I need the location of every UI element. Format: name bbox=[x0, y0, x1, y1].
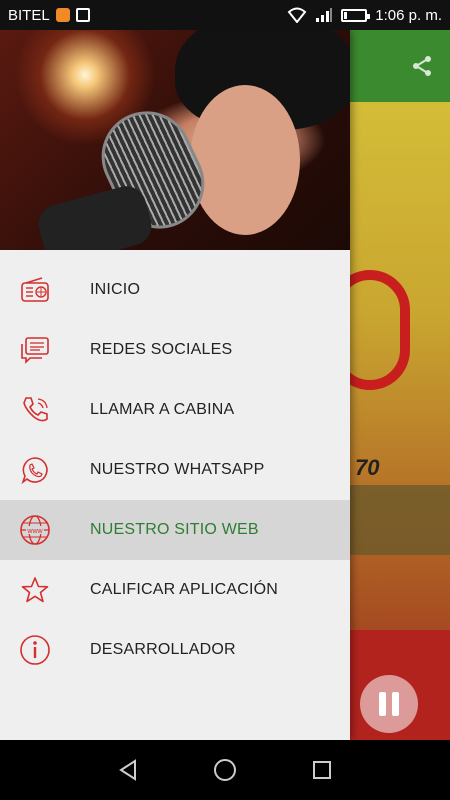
carrier-name: BITEL bbox=[8, 6, 50, 24]
notification-app-icon bbox=[55, 8, 70, 22]
menu-item-llamar-a-cabina[interactable]: LLAMAR A CABINA bbox=[0, 380, 350, 440]
menu-item-label: DESARROLLADOR bbox=[90, 641, 236, 658]
station-logo-text: 70 bbox=[355, 455, 380, 480]
recents-button[interactable] bbox=[307, 755, 337, 785]
drawer-header-image bbox=[0, 30, 350, 250]
menu-item-label: INICIO bbox=[90, 281, 141, 298]
info-icon bbox=[18, 633, 52, 667]
signal-icon bbox=[316, 8, 333, 22]
share-icon[interactable] bbox=[410, 54, 434, 78]
svg-text:www: www bbox=[26, 528, 43, 535]
menu-item-inicio[interactable]: INICIO bbox=[0, 260, 350, 320]
star-icon bbox=[18, 573, 52, 607]
recents-square-icon bbox=[312, 761, 331, 779]
radio-icon bbox=[18, 273, 52, 307]
back-triangle-icon bbox=[119, 759, 137, 781]
image-notification-icon bbox=[75, 8, 90, 22]
status-bar: BITEL 1:06 p. m. bbox=[0, 0, 450, 30]
clock: 1:06 p. m. bbox=[375, 6, 442, 24]
drawer-menu: INICIO REDES SOCIALES LLAMAR A CABINA NU… bbox=[0, 250, 350, 680]
chat-icon bbox=[18, 333, 52, 367]
system-navigation-bar bbox=[0, 740, 450, 800]
menu-item-redes-sociales[interactable]: REDES SOCIALES bbox=[0, 320, 350, 380]
menu-item-calificar-aplicacion[interactable]: CALIFICAR APLICACIÓN bbox=[0, 560, 350, 620]
battery-icon bbox=[341, 8, 371, 22]
menu-item-nuestro-sitio-web[interactable]: www NUESTRO SITIO WEB bbox=[0, 500, 350, 560]
globe-www-icon: www bbox=[18, 513, 52, 547]
menu-item-label: REDES SOCIALES bbox=[90, 341, 233, 358]
wifi-icon bbox=[287, 7, 307, 23]
home-circle-icon bbox=[213, 759, 236, 781]
menu-item-nuestro-whatsapp[interactable]: NUESTRO WHATSAPP bbox=[0, 440, 350, 500]
menu-item-label: CALIFICAR APLICACIÓN bbox=[90, 581, 279, 598]
menu-item-label: NUESTRO SITIO WEB bbox=[90, 521, 259, 538]
menu-item-label: LLAMAR A CABINA bbox=[90, 401, 235, 418]
pause-button[interactable] bbox=[360, 675, 418, 733]
home-button[interactable] bbox=[210, 755, 240, 785]
back-button[interactable] bbox=[113, 755, 143, 785]
menu-item-label: NUESTRO WHATSAPP bbox=[90, 461, 265, 478]
station-band bbox=[350, 485, 450, 555]
navigation-drawer: INICIO REDES SOCIALES LLAMAR A CABINA NU… bbox=[0, 30, 350, 740]
menu-item-desarrollador[interactable]: DESARROLLADOR bbox=[0, 620, 350, 680]
whatsapp-icon bbox=[18, 453, 52, 487]
phone-icon bbox=[18, 393, 52, 427]
